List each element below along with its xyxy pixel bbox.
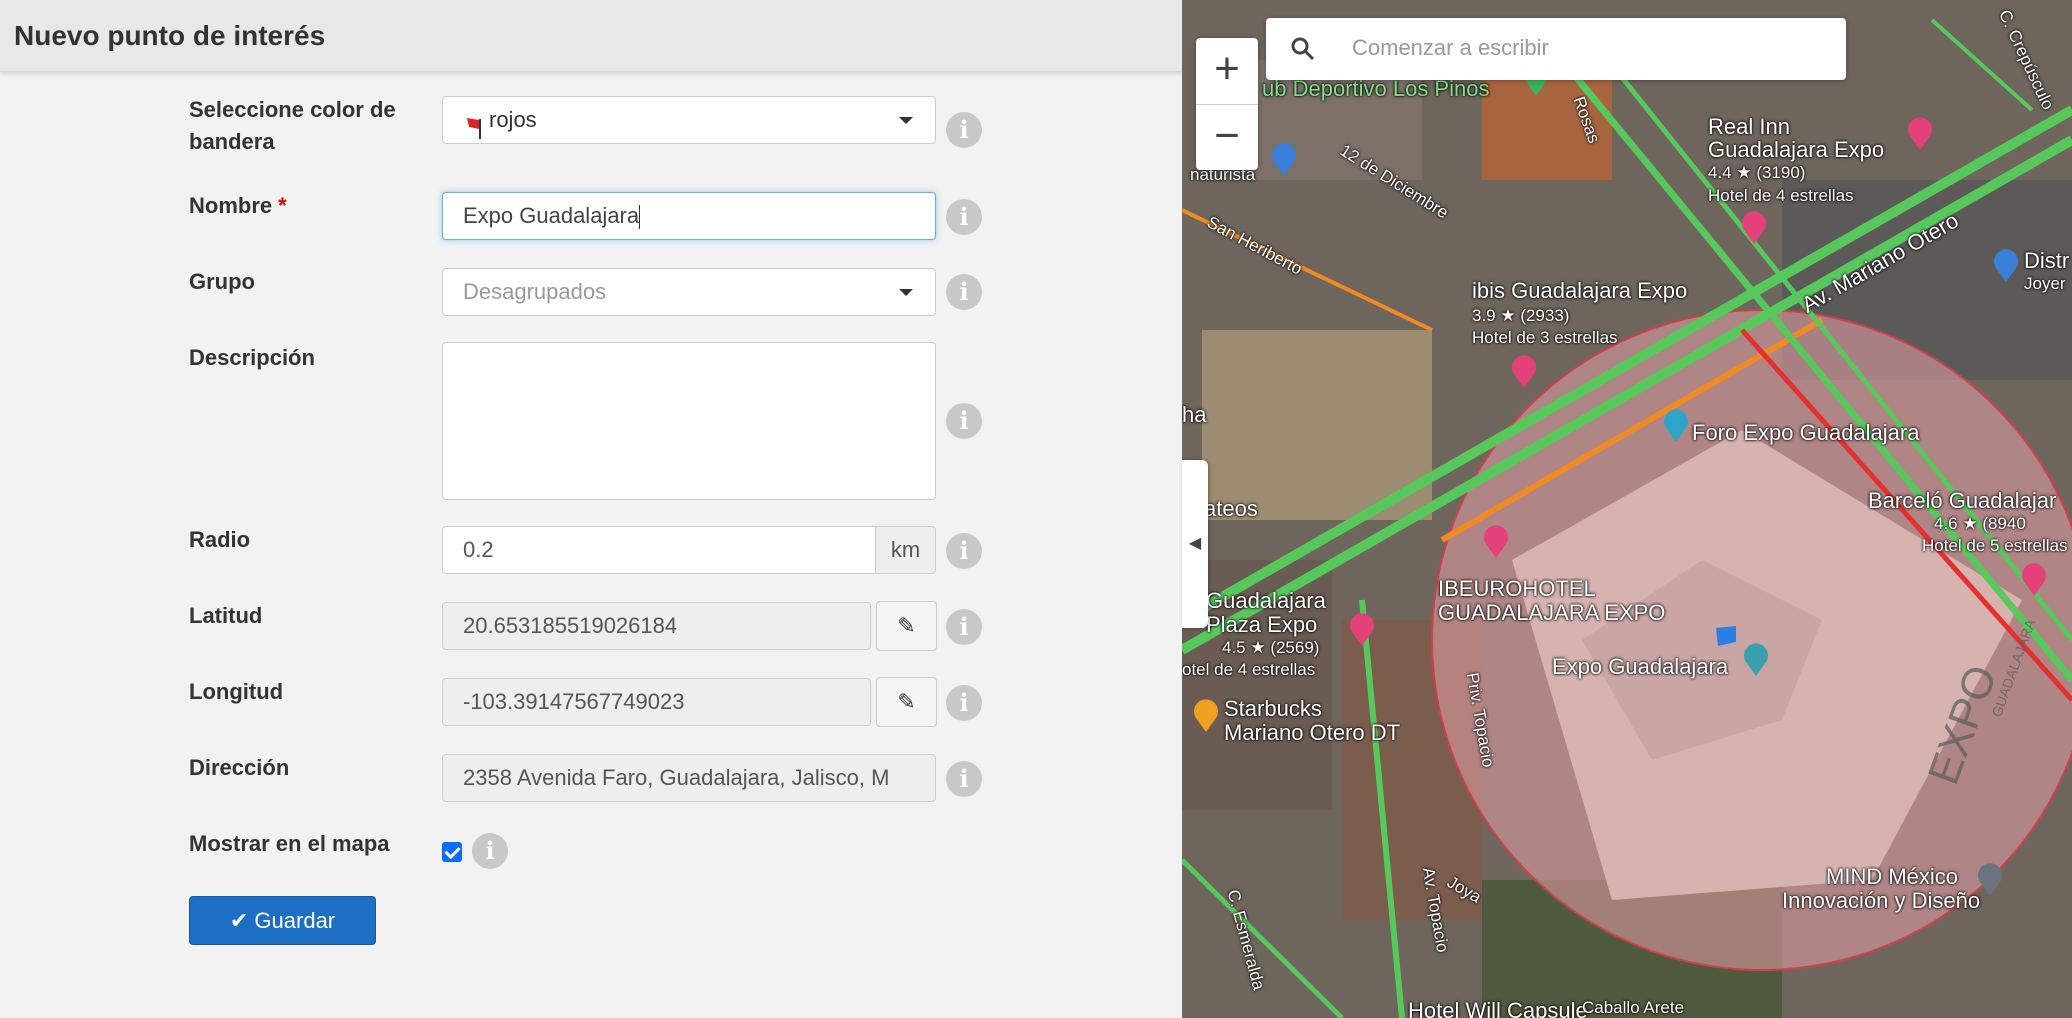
music-venue-pin-icon[interactable]: [1662, 408, 1690, 442]
info-icon[interactable]: i: [946, 761, 982, 797]
shop-pin-icon[interactable]: [1992, 248, 2020, 282]
info-icon[interactable]: i: [946, 274, 982, 310]
landmark-pin-icon[interactable]: [1742, 642, 1770, 676]
map-label: 3.9 ★ (2933): [1472, 306, 1570, 325]
map-label: Plaza Expo: [1206, 612, 1318, 637]
map-label: Hotel de 4 estrellas: [1708, 186, 1854, 205]
name-input[interactable]: Expo Guadalajara: [442, 192, 936, 240]
address-field: 2358 Avenida Faro, Guadalajara, Jalisco,…: [442, 754, 936, 802]
search-icon: [1291, 37, 1315, 61]
zoom-in-button[interactable]: +: [1196, 38, 1258, 105]
chevron-down-icon: [899, 117, 913, 124]
map-label: ateos: [1204, 496, 1258, 521]
map-label: 4.6 ★ (8940: [1934, 514, 2026, 533]
red-flag-icon: [465, 109, 485, 139]
map-label: Hotel de 5 estrellas: [1922, 536, 2068, 555]
chevron-down-icon: [899, 289, 913, 296]
flag-color-label: Seleccione color de bandera: [189, 97, 396, 154]
info-icon[interactable]: i: [946, 533, 982, 569]
latitude-field: 20.653185519026184: [442, 602, 871, 650]
map-label: ibis Guadalajara Expo: [1472, 278, 1688, 303]
latitude-label: Latitud: [189, 603, 263, 628]
group-select[interactable]: Desagrupados: [442, 268, 936, 316]
flag-color-value: rojos: [489, 107, 537, 132]
description-textarea[interactable]: [442, 342, 936, 500]
map-label: Mariano Otero DT: [1224, 720, 1401, 745]
place-pin-icon[interactable]: [1976, 862, 2004, 896]
description-label: Descripción: [189, 345, 315, 370]
map-label: Joyer: [2024, 274, 2066, 293]
hotel-pin-icon[interactable]: [1510, 354, 1538, 388]
map-label: MIND México: [1826, 864, 1959, 889]
map-label: Expo Guadalajara: [1552, 654, 1729, 679]
map-label: GUADALAJARA EXPO: [1438, 600, 1666, 625]
edit-longitude-button[interactable]: ✎: [876, 677, 937, 727]
map-label: otel de 4 estrellas: [1182, 660, 1316, 679]
info-icon[interactable]: i: [946, 112, 982, 148]
map-label: Caballo Arete: [1582, 998, 1685, 1017]
map-label: IBEUROHOTEL: [1438, 576, 1596, 601]
show-on-map-checkbox[interactable]: [442, 842, 462, 862]
map-label: Starbucks: [1224, 696, 1322, 721]
radius-input[interactable]: 0.2: [442, 526, 876, 574]
shop-pin-icon[interactable]: [1270, 142, 1298, 176]
map-label: Guadalajara Expo: [1708, 137, 1885, 162]
map-label: 4.4 ★ (3190): [1708, 163, 1806, 182]
map-search-input[interactable]: Comenzar a escribir: [1352, 35, 1549, 61]
poi-flag-icon[interactable]: [1712, 624, 1742, 652]
map-label: Hotel de 3 estrellas: [1472, 328, 1618, 347]
panel-header: Nuevo punto de interés: [0, 0, 1182, 72]
hotel-pin-icon[interactable]: [1740, 210, 1768, 244]
longitude-field: -103.39147567749023: [442, 678, 871, 726]
info-icon[interactable]: i: [946, 199, 982, 235]
map-search-box[interactable]: Comenzar a escribir: [1266, 18, 1846, 80]
poi-form-panel: Nuevo punto de interés Seleccione color …: [0, 0, 1182, 1018]
radius-label: Radio: [189, 527, 251, 552]
map-label: ha: [1182, 402, 1207, 427]
show-on-map-label: Mostrar en el mapa: [189, 831, 390, 856]
name-label: Nombre *: [189, 193, 287, 218]
info-icon[interactable]: i: [946, 609, 982, 645]
radius-unit: km: [875, 526, 936, 574]
page-title: Nuevo punto de interés: [14, 20, 326, 51]
map-label: Distr: [2024, 248, 2070, 273]
check-icon: ✔: [229, 908, 249, 933]
collapse-panel-button[interactable]: ◀: [1182, 460, 1208, 628]
satellite-map[interactable]: ub Deportivo Los Pinos naturista 12 de D…: [1182, 0, 2072, 1018]
flag-color-select[interactable]: rojos: [442, 96, 936, 144]
map-label: Innovación y Diseño: [1782, 888, 1981, 913]
info-icon[interactable]: i: [472, 833, 508, 869]
map-label: Guadalajara: [1206, 588, 1326, 613]
zoom-control: + −: [1196, 38, 1258, 170]
hotel-pin-icon[interactable]: [2020, 562, 2048, 596]
hotel-pin-icon[interactable]: [1482, 524, 1510, 558]
save-button[interactable]: ✔ Guardar: [189, 896, 376, 945]
map-label: Hotel Will Capsule: [1408, 998, 1588, 1018]
cafe-pin-icon[interactable]: [1192, 698, 1220, 732]
zoom-out-button[interactable]: −: [1196, 105, 1258, 171]
map-label: 4.5 ★ (2569): [1222, 638, 1320, 657]
address-label: Dirección: [189, 755, 290, 780]
edit-latitude-button[interactable]: ✎: [876, 601, 937, 651]
pencil-icon: ✎: [897, 689, 916, 714]
map-label: Foro Expo Guadalajara: [1692, 420, 1920, 445]
longitude-label: Longitud: [189, 679, 284, 704]
hotel-pin-icon[interactable]: [1906, 116, 1934, 150]
group-label: Grupo: [189, 269, 255, 294]
map-label: Barceló Guadalajar: [1868, 488, 2057, 513]
info-icon[interactable]: i: [946, 403, 982, 439]
required-mark: *: [278, 193, 287, 218]
info-icon[interactable]: i: [946, 685, 982, 721]
hotel-pin-icon[interactable]: [1348, 612, 1376, 646]
pencil-icon: ✎: [897, 613, 916, 638]
